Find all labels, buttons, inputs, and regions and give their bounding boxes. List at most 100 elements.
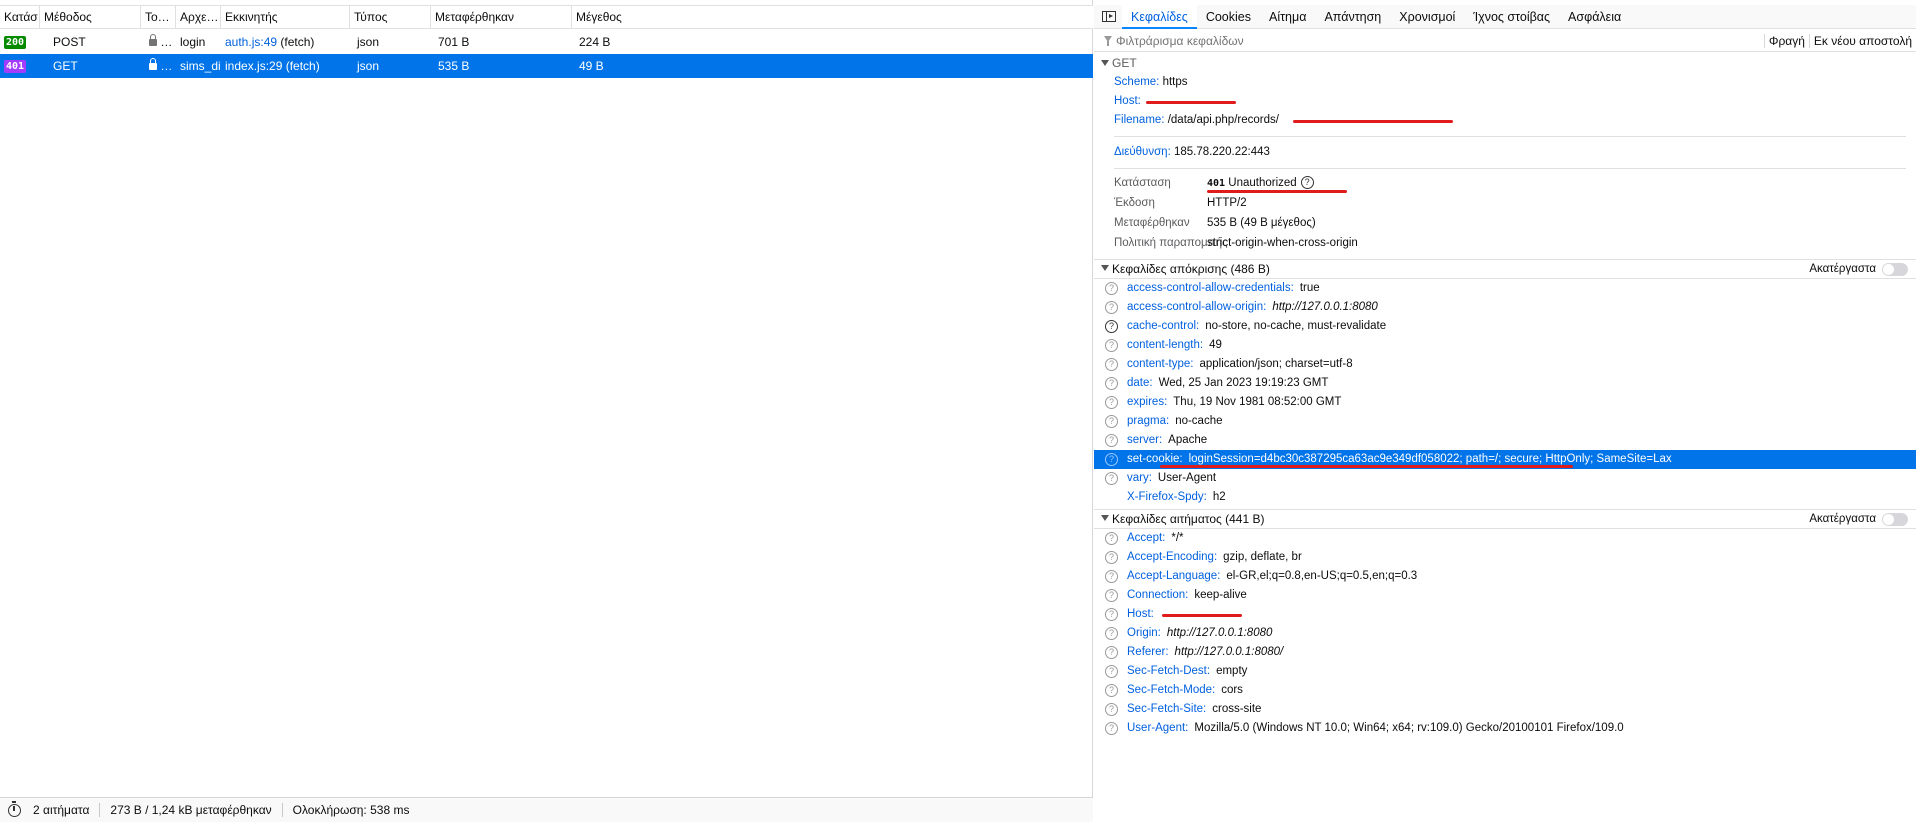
header-row[interactable]: ? Host: [1094,605,1916,624]
help-icon[interactable]: ? [1105,570,1118,583]
header-name: Accept-Language: [1127,570,1221,582]
type-cell: json [357,35,380,49]
header-row[interactable]: ? access-control-allow-origin: http://127.… [1094,298,1916,317]
help-icon[interactable]: ? [1105,703,1118,716]
finish-time: Ολοκλήρωση: 538 ms [292,803,410,817]
help-icon[interactable]: ? [1105,684,1118,697]
help-icon[interactable]: ? [1105,358,1118,371]
initiator-link[interactable]: auth.js:49 [225,35,277,49]
header-name: User-Agent: [1127,722,1189,734]
collapse-triangle-icon [1101,59,1109,66]
file-cell: sims_di [180,59,221,73]
header-name: access-control-allow-origin: [1127,301,1267,313]
help-icon[interactable]: ? [1105,608,1118,621]
redaction-mark [1162,614,1242,617]
redaction-mark [1160,465,1573,468]
column-method[interactable]: Μέθοδος [40,6,141,29]
request-row-selected[interactable]: 401 GET … sims_di index.js:29 (fetch) js… [0,54,1093,78]
column-file[interactable]: Αρχε… [176,6,221,29]
tab-cookies[interactable]: Cookies [1197,5,1260,29]
resend-button[interactable]: Εκ νέου αποστολή [1810,31,1916,51]
header-name: Accept: [1127,532,1166,544]
help-icon[interactable]: ? [1105,453,1118,466]
header-value: true [1299,282,1320,294]
help-icon[interactable]: ? [1105,396,1118,409]
tab-security[interactable]: Ασφάλεια [1559,5,1630,29]
lock-icon [149,58,157,70]
stopwatch-icon[interactable] [8,800,21,817]
header-row[interactable]: ? date: Wed, 25 Jan 2023 19:19:23 GMT [1094,374,1916,393]
header-row[interactable]: ? expires: Thu, 19 Nov 1981 08:52:00 GMT [1094,393,1916,412]
help-icon[interactable]: ? [1105,415,1118,428]
header-row[interactable]: ? User-Agent: Mozilla/5.0 (Windows NT 10.0… [1094,719,1916,738]
header-row[interactable]: ? server: Apache [1094,431,1916,450]
filter-headers-input[interactable] [1094,30,1764,51]
help-icon[interactable]: ? [1105,665,1118,678]
help-icon[interactable]: ? [1105,646,1118,659]
filter-icon [1104,36,1112,46]
tab-request[interactable]: Αίτημα [1260,5,1315,29]
header-row[interactable]: ? content-length: 49 [1094,336,1916,355]
help-icon[interactable]: ? [1105,434,1118,447]
transferred-cell: 535 B [438,59,470,73]
tab-timings[interactable]: Χρονισμοί [1390,5,1464,29]
header-row[interactable]: ?X-Firefox-Spdy:h2 [1094,488,1916,507]
request-row[interactable]: 200 POST … login auth.js:49 (fetch) json… [0,30,1093,54]
help-icon[interactable]: ? [1105,551,1118,564]
raw-toggle[interactable] [1882,512,1908,526]
column-status[interactable]: Κατάσ… [0,6,40,29]
header-row[interactable]: ? content-type: application/json; charset=… [1094,355,1916,374]
column-transferred[interactable]: Μεταφέρθηκαν [431,6,572,29]
header-value: Thu, 19 Nov 1981 08:52:00 GMT [1173,396,1342,408]
column-size[interactable]: Μέγεθος [572,6,1093,29]
help-icon[interactable]: ? [1105,532,1118,545]
column-domain[interactable]: Το… [141,6,176,29]
header-value: el-GR,el;q=0.8,en-US;q=0.5,en;q=0.3 [1226,570,1418,582]
help-icon[interactable]: ? [1105,301,1118,314]
header-value: 49 [1209,339,1222,351]
version-row: Έκδοση HTTP/2 [1114,197,1247,209]
initiator-link[interactable]: index.js:29 [225,59,282,73]
header-value: application/json; charset=utf-8 [1199,358,1353,370]
header-row[interactable]: ? Referer: http://127.0.0.1:8080/ [1094,643,1916,662]
header-name: Origin: [1127,627,1161,639]
header-row[interactable]: ? Accept: */* [1094,529,1916,548]
status-bar: 2 αιτήματα 273 B / 1,24 kB μεταφέρθηκαν … [0,797,1093,822]
header-row[interactable]: ? Sec-Fetch-Mode: cors [1094,681,1916,700]
header-row[interactable]: ? Sec-Fetch-Site: cross-site [1094,700,1916,719]
help-icon[interactable]: ? [1105,282,1118,295]
request-headers-section[interactable]: Κεφαλίδες αιτήματος (441 B) Ακατέργαστα [1094,509,1916,529]
help-icon[interactable]: ? [1105,377,1118,390]
help-icon[interactable]: ? [1105,320,1118,333]
request-summary-toggle[interactable]: GET [1094,53,1916,73]
header-row[interactable]: ? pragma: no-cache [1094,412,1916,431]
request-list-panel: Κατάσ… Μέθοδος Το… Αρχε… Εκκινητής Τύπος… [0,0,1093,822]
help-icon[interactable]: ? [1105,589,1118,602]
header-row[interactable]: ? Accept-Encoding: gzip, deflate, br [1094,548,1916,567]
header-row[interactable]: ? Sec-Fetch-Dest: empty [1094,662,1916,681]
header-row[interactable]: ? access-control-allow-credentials: true [1094,279,1916,298]
help-icon[interactable]: ? [1105,472,1118,485]
header-row[interactable]: ? Connection: keep-alive [1094,586,1916,605]
block-button[interactable]: Φραγή [1765,31,1809,51]
header-row[interactable]: ? set-cookie: loginSession=d4bc30c387295ca… [1094,450,1916,469]
header-row[interactable]: ? Accept-Language: el-GR,el;q=0.8,en-US;q=… [1094,567,1916,586]
column-type[interactable]: Τύπος [350,6,431,29]
toggle-sidebar-icon[interactable] [1102,11,1116,22]
help-icon[interactable]: ? [1300,176,1314,190]
header-row[interactable]: ? cache-control: no-store, no-cache, must-… [1094,317,1916,336]
header-row[interactable]: ? vary: User-Agent [1094,469,1916,488]
tab-stack-trace[interactable]: Ίχνος στοίβας [1464,5,1559,29]
help-icon[interactable]: ? [1105,722,1118,735]
header-row[interactable]: ? Origin: http://127.0.0.1:8080 [1094,624,1916,643]
header-value: Wed, 25 Jan 2023 19:19:23 GMT [1158,377,1329,389]
column-initiator[interactable]: Εκκινητής [221,6,350,29]
tab-response[interactable]: Απάντηση [1315,5,1390,29]
response-headers-section[interactable]: Κεφαλίδες απόκρισης (486 B) Ακατέργαστα [1094,259,1916,279]
help-icon[interactable]: ? [1105,627,1118,640]
transferred-summary: 273 B / 1,24 kB μεταφέρθηκαν [110,803,272,817]
tab-headers[interactable]: Κεφαλίδες [1122,4,1197,29]
raw-toggle[interactable] [1882,262,1908,276]
header-name: pragma: [1127,415,1170,427]
help-icon[interactable]: ? [1105,339,1118,352]
